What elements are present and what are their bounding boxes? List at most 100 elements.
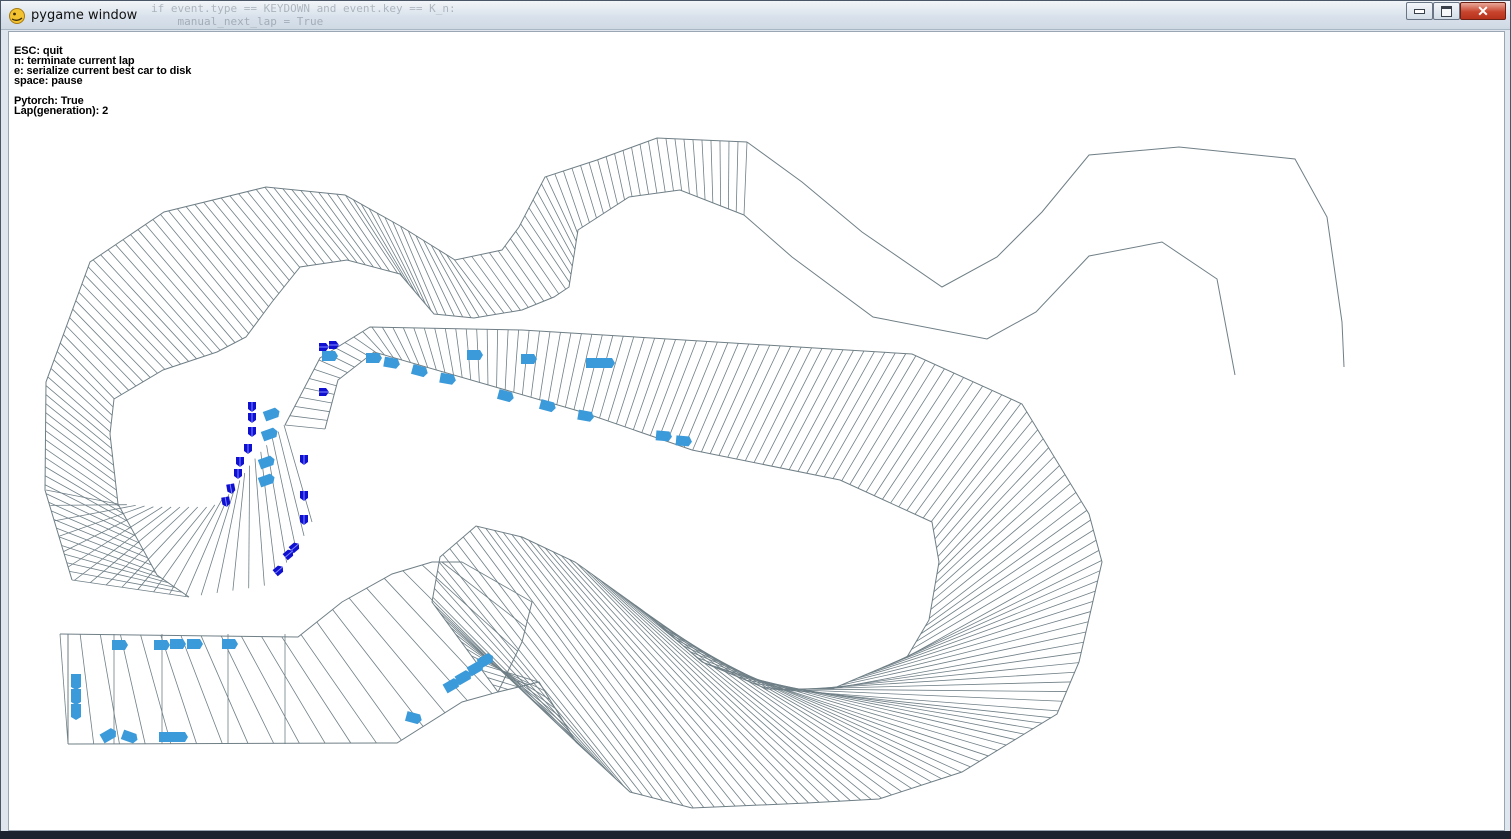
track-sensor-rib xyxy=(121,506,199,588)
track-sensor-rib xyxy=(906,550,1100,658)
track-sensor-rib xyxy=(520,223,567,290)
title-bar[interactable]: pygame window if event.type == KEYDOWN a… xyxy=(1,1,1510,30)
car-agent xyxy=(521,354,537,364)
track-sensor-rib xyxy=(313,368,341,379)
car-agent xyxy=(112,640,128,650)
car-agent-best xyxy=(300,491,308,501)
window-title: pygame window xyxy=(31,8,138,23)
track-sensor-rib xyxy=(728,141,730,209)
track-sensor-rib xyxy=(455,328,463,378)
track-sensor-rib xyxy=(50,504,127,506)
car-agent xyxy=(599,358,615,368)
track-sensor-rib xyxy=(120,634,146,744)
close-button[interactable]: ✕ xyxy=(1460,2,1506,20)
track-sensor-rib xyxy=(496,329,499,388)
track-sensor-rib xyxy=(806,351,875,474)
car-agent xyxy=(439,372,456,385)
maximize-button[interactable] xyxy=(1433,2,1460,20)
track-sensor-rib xyxy=(260,451,276,575)
track-sensor-rib xyxy=(444,328,454,376)
car-agent xyxy=(257,455,275,470)
track-outer-wall-start xyxy=(59,561,462,638)
track-sensor-rib xyxy=(622,150,633,197)
track-sensor-rib xyxy=(489,252,529,308)
car-agent-best xyxy=(244,444,252,454)
track-sensor-rib xyxy=(300,634,377,744)
track-sensor-rib xyxy=(99,634,120,744)
track-sensor-rib xyxy=(281,636,352,744)
track-sensor-rib xyxy=(255,189,317,265)
track-outer-wall-right xyxy=(746,141,1345,368)
track-sensor-rib xyxy=(710,140,714,203)
car-agent xyxy=(222,639,238,649)
track-sensor-rib xyxy=(56,351,114,408)
track-sensor-rib xyxy=(309,378,337,387)
track-sensor-rib xyxy=(780,349,844,469)
track-sensor-rib xyxy=(309,191,366,266)
track-sensor-rib xyxy=(599,336,624,419)
track-sensor-rib xyxy=(486,329,489,385)
track-inner-wall-right xyxy=(743,214,1236,376)
track-sensor-rib xyxy=(84,275,174,368)
car-agent xyxy=(71,689,81,705)
track-sensor-rib xyxy=(563,170,583,228)
track-sensor-rib xyxy=(300,190,358,263)
car-agent xyxy=(170,639,186,649)
track-sensor-rib xyxy=(890,570,1101,665)
track-sensor-rib xyxy=(471,256,513,312)
track-sensor-rib xyxy=(590,335,614,416)
track-sensor-rib xyxy=(890,381,974,504)
track-sensor-rib xyxy=(78,291,158,374)
track-sensor-rib xyxy=(353,336,377,353)
track-sensor-rib xyxy=(434,328,446,373)
background-code-line: if event.type == KEYDOWN and event.key =… xyxy=(151,2,456,15)
car-agent-best xyxy=(300,455,308,465)
track-sensor-rib xyxy=(69,317,137,387)
car-agent xyxy=(538,399,556,413)
car-agent xyxy=(260,427,278,442)
status-lap-generation: Lap(generation): 2 xyxy=(14,105,109,117)
track-sensor-rib xyxy=(841,355,917,481)
track-sensor-rib xyxy=(547,332,561,403)
taskbar-strip xyxy=(0,831,1511,839)
track-sensor-rib xyxy=(683,342,729,448)
track-sensor-rib xyxy=(607,336,635,422)
track-sensor-rib xyxy=(934,420,1033,540)
track-sensor-rib xyxy=(823,652,1082,690)
track-sensor-rib xyxy=(137,506,207,590)
track-sensor-rib xyxy=(882,377,964,500)
track-sensor-rib xyxy=(933,411,1028,531)
track-sensor-rib xyxy=(873,590,1096,672)
track-sensor-rib xyxy=(44,475,128,522)
track-sensor-rib xyxy=(736,346,792,460)
track-sensor-rib xyxy=(541,183,576,250)
track-sensor-rib xyxy=(462,536,664,801)
track-sensor-rib xyxy=(332,609,424,727)
track-sensor-rib xyxy=(229,195,295,275)
track-sensor-rib xyxy=(709,344,760,454)
track-sensor-rib xyxy=(701,343,750,453)
track-sensor-rib xyxy=(384,217,426,305)
car-agent xyxy=(120,729,138,744)
track-sensor-rib xyxy=(456,542,653,799)
car-agent xyxy=(322,351,338,361)
track-sensor-rib xyxy=(920,519,1091,635)
track-sensor-rib xyxy=(530,331,540,398)
track-sensor-rib xyxy=(857,364,936,489)
track-sensor-rib xyxy=(510,238,552,299)
minimize-button[interactable] xyxy=(1406,2,1433,20)
track-sensor-rib xyxy=(504,329,509,390)
car-agent-best xyxy=(234,469,242,479)
track-sensor-rib xyxy=(299,396,332,404)
track-sensor-rib xyxy=(631,147,641,196)
track-sensor-rib xyxy=(72,308,144,383)
track-sensor-rib xyxy=(360,203,410,286)
track-sensor-rib xyxy=(353,199,405,279)
maximize-icon xyxy=(1441,5,1452,17)
track-sensor-rib xyxy=(169,499,223,595)
track-sensor-rib xyxy=(200,487,236,596)
game-canvas[interactable]: ESC: quit n: terminate current lap e: se… xyxy=(8,31,1505,831)
track-sensor-rib xyxy=(761,686,1051,719)
track-sensor-rib xyxy=(648,141,658,194)
minimize-icon xyxy=(1414,8,1425,14)
